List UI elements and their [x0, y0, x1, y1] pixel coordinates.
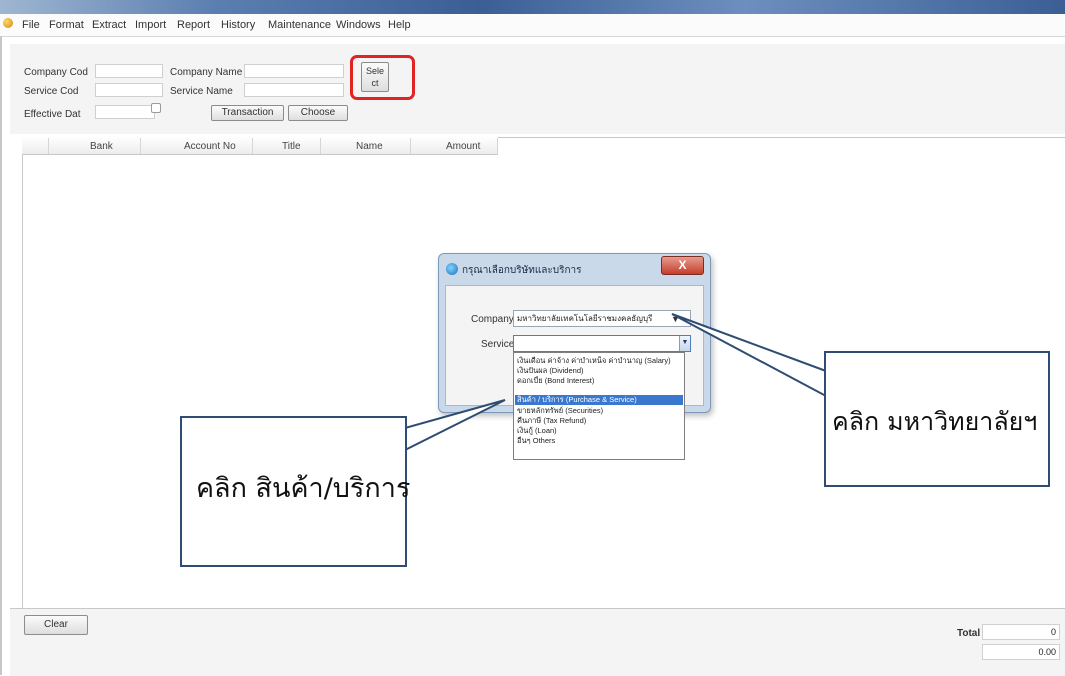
- menu-help[interactable]: Help: [388, 19, 411, 31]
- company-dropdown-arrow-icon[interactable]: ▼: [671, 314, 680, 324]
- dialog-service-label: Service: [481, 339, 515, 350]
- menu-bar: File Format Extract Import Report Histor…: [0, 14, 1065, 37]
- service-option-salary[interactable]: เงินเดือน ค่าจ้าง ค่าบำเหน็จ ค่าบำนาญ (S…: [515, 356, 683, 366]
- dialog-app-icon: [446, 263, 458, 275]
- grid-header-divider: [410, 138, 411, 154]
- clear-button[interactable]: Clear: [24, 615, 88, 635]
- service-name-field[interactable]: [244, 83, 344, 97]
- company-code-field[interactable]: [95, 64, 163, 78]
- total-amount-field: 0.00: [982, 644, 1060, 660]
- dialog-close-button[interactable]: X: [661, 256, 704, 275]
- service-code-field[interactable]: [95, 83, 163, 97]
- company-code-label: Company Cod: [24, 67, 88, 78]
- app-icon: [3, 18, 13, 28]
- grid-header-divider: [48, 138, 49, 154]
- column-amount[interactable]: Amount: [446, 141, 480, 152]
- service-dropdown-arrow-icon[interactable]: ▼: [679, 336, 690, 351]
- choose-button[interactable]: Choose: [288, 105, 348, 121]
- grid-header-divider: [252, 138, 253, 154]
- menu-file[interactable]: File: [22, 19, 40, 31]
- menu-format[interactable]: Format: [49, 19, 84, 31]
- column-name[interactable]: Name: [356, 141, 383, 152]
- service-option-bond-interest[interactable]: ดอกเบี้ย (Bond Interest): [515, 376, 683, 386]
- effective-date-field[interactable]: [95, 105, 155, 119]
- menu-extract[interactable]: Extract: [92, 19, 126, 31]
- total-count-field: 0: [982, 624, 1060, 640]
- dialog-company-label: Company: [471, 314, 514, 325]
- dialog-title: กรุณาเลือกบริษัทและบริการ: [462, 265, 582, 276]
- grid-header-divider: [320, 138, 321, 154]
- grid-header-divider: [497, 138, 498, 154]
- transaction-button[interactable]: Transaction: [211, 105, 284, 121]
- window-left-border: [0, 36, 2, 675]
- menu-import[interactable]: Import: [135, 19, 166, 31]
- calendar-dropdown-icon[interactable]: [151, 103, 161, 113]
- service-option-purchase-service[interactable]: สินค้า / บริการ (Purchase & Service): [515, 395, 683, 405]
- grid-header-divider: [140, 138, 141, 154]
- service-option-securities[interactable]: ขายหลักทรัพย์ (Securities): [515, 406, 683, 416]
- company-name-field[interactable]: [244, 64, 344, 78]
- criteria-panel: [10, 44, 1065, 134]
- service-option-dividend[interactable]: เงินปันผล (Dividend): [515, 366, 683, 376]
- column-account-no[interactable]: Account No: [184, 141, 236, 152]
- footer-panel: [10, 608, 1065, 676]
- service-option-loan[interactable]: เงินกู้ (Loan): [515, 426, 683, 436]
- menu-windows[interactable]: Windows: [336, 19, 381, 31]
- menu-maintenance[interactable]: Maintenance: [268, 19, 331, 31]
- service-option-others[interactable]: อื่นๆ Others: [515, 436, 683, 446]
- total-label: Total: [957, 628, 981, 639]
- menu-report[interactable]: Report: [177, 19, 210, 31]
- select-button-highlight: [350, 55, 415, 100]
- company-dropdown[interactable]: มหาวิทยาลัยเทคโนโลยีราชมงคลธัญบุรี: [513, 310, 691, 327]
- company-name-label: Company Name: [170, 67, 243, 78]
- column-title[interactable]: Title: [282, 141, 301, 152]
- column-bank[interactable]: Bank: [90, 141, 113, 152]
- menu-history[interactable]: History: [221, 19, 255, 31]
- service-code-label: Service Cod: [24, 86, 79, 97]
- service-option-tax-refund[interactable]: คืนภาษี (Tax Refund): [515, 416, 683, 426]
- service-dropdown[interactable]: [513, 335, 691, 352]
- left-callout-text: คลิก สินค้า/บริการ: [196, 473, 411, 504]
- service-name-label: Service Name: [170, 86, 233, 97]
- effective-date-label: Effective Dat: [24, 109, 81, 120]
- right-callout-text: คลิก มหาวิทยาลัยฯ: [832, 407, 1038, 436]
- window-title-bar: [0, 0, 1065, 14]
